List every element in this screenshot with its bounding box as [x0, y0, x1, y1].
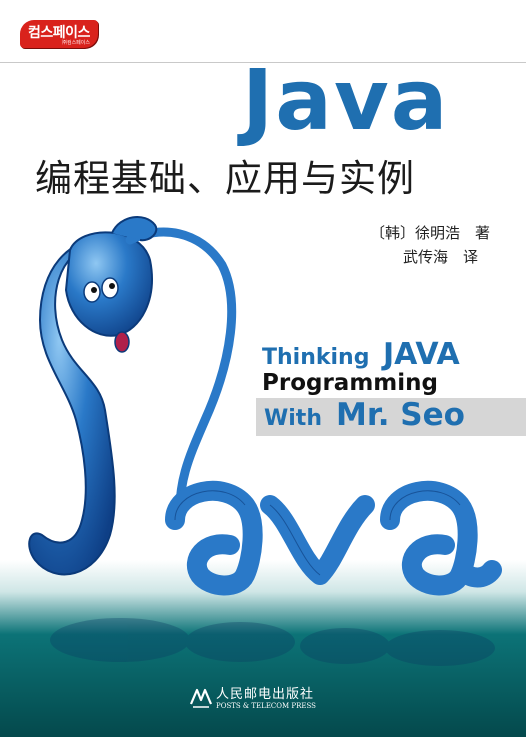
subtitle-thinking: Thinking: [262, 345, 370, 370]
translator-line: 武传海 译: [403, 248, 479, 266]
subtitle-mr-seo: Mr. Seo: [336, 397, 465, 433]
subtitle-with: With: [264, 406, 322, 431]
subtitle-java: JAVA: [383, 337, 460, 372]
chinese-title: 编程基础、应用与实例: [35, 157, 415, 200]
book-cover: 컴스페이스 ㈜컴스페이스 Java 编程基础、应用与实例 〔韩〕徐明浩 著 武传…: [0, 0, 526, 737]
java-title: Java: [242, 51, 450, 149]
publisher-name-english: POSTS & TELECOM PRESS: [216, 702, 316, 710]
publisher-block: 人民邮电出版社 POSTS & TELECOM PRESS: [188, 683, 328, 713]
author-line: 〔韩〕徐明浩 著: [370, 224, 491, 242]
publisher-logo-icon: [189, 688, 213, 708]
publisher-brand-logo: 컴스페이스 ㈜컴스페이스: [20, 20, 98, 48]
subtitle-programming: Programming: [262, 370, 438, 396]
logo-subtext: ㈜컴스페이스: [61, 40, 90, 46]
publisher-name-chinese: 人民邮电出版社: [216, 687, 315, 702]
